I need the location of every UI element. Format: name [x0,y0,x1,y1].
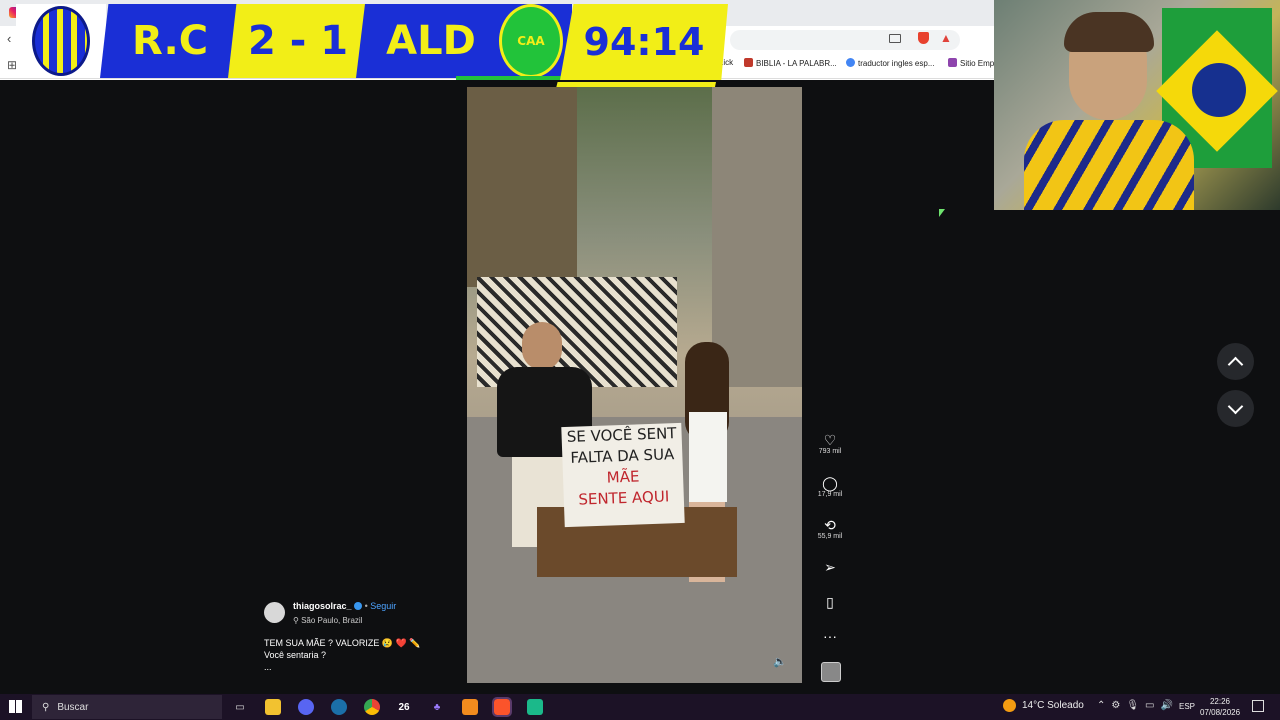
more-button[interactable]: ··· [815,628,845,644]
verified-icon [354,602,363,610]
bookmark-sitio[interactable]: Sitio Emp [948,58,994,68]
volume-icon[interactable]: 🔈 [773,655,787,668]
repost-button[interactable]: ⟲ 55,9 mil [815,517,845,540]
location-row[interactable]: ⚲ São Paulo, Brazil [293,616,362,625]
brave-rewards-icon[interactable]: ▲ [940,31,952,45]
caption-more[interactable]: ... [264,661,420,673]
scoreboard-overlay: R.C 2 - 1 ALD CAA 94:14 + 4 [16,4,728,152]
home-crest [16,4,106,78]
match-clock: 94:14 [560,4,728,80]
bookmark-icon-sitio [948,58,957,67]
author-avatar[interactable] [264,602,285,623]
sign-line-2: FALTA DA SUA [570,445,675,467]
file-explorer-icon[interactable] [265,699,281,715]
bookmark-icon: ▯ [826,594,834,610]
back-icon[interactable]: ‹ [7,31,11,46]
language-indicator[interactable]: ESP [1179,702,1195,711]
caption-line-1: TEM SUA MÃE ? VALORIZE 😢 ❤️ ✏️ [264,638,421,648]
likes-count: 793 mil [818,448,842,455]
author-row: thiagosolrac_ • Seguir [293,601,397,611]
sun-icon [1003,699,1016,712]
streamer [1024,10,1194,210]
clock-date: 07/08/2026 [1200,708,1241,717]
away-crest: CAA [490,4,572,78]
app-icon-orange[interactable] [462,699,478,715]
building-left [467,87,577,287]
repost-icon: ⟲ [824,517,836,533]
webcam-overlay [994,0,1280,210]
bookmark-biblia[interactable]: BIBLIA - LA PALABR... [744,58,837,68]
reel-video[interactable]: SE VOCÊ SENT FALTA DA SUA MÃE SENTE AQUI… [467,87,802,683]
brave-icon[interactable] [492,697,512,717]
location-pin-icon: ⚲ [293,616,299,625]
previous-reel-button[interactable] [1217,343,1254,380]
bookmark-traductor[interactable]: traductor ingles esp... [846,58,934,68]
chevron-up-icon [1227,356,1244,372]
caption: TEM SUA MÃE ? VALORIZE 😢 ❤️ ✏️ Você sent… [264,637,420,673]
save-button[interactable]: ▯ [815,594,845,610]
more-icon: ··· [823,628,837,644]
comment-icon: ◯ [822,475,838,491]
task-view-icon[interactable]: ▭ [232,699,248,715]
heart-icon: ♡ [823,432,837,448]
clock-time: 22:26 [1209,697,1231,706]
location-name: São Paulo, Brazil [301,616,363,625]
share-icon: ➢ [824,559,836,575]
sign-line-4: SENTE AQUI [578,487,670,509]
cardboard-sign: SE VOCÊ SENT FALTA DA SUA MÃE SENTE AQUI [561,422,685,528]
share-button[interactable]: ➢ [815,559,845,575]
bookmark-icon-biblia [744,58,753,67]
mouse-cursor [939,209,945,217]
clock[interactable]: 22:26 07/08/2026 [1200,696,1240,718]
search-icon: ⚲ [42,701,50,713]
audio-thumbnail[interactable] [821,662,841,682]
chevron-down-icon [1227,398,1244,414]
search-placeholder: Buscar [57,701,89,713]
app-icon-purple[interactable]: ♣ [429,699,445,715]
chrome-icon[interactable] [364,699,380,715]
calendar-app-icon[interactable]: 26 [396,699,412,715]
green-strip [456,76,576,80]
comments-count: 17,9 mil [817,491,843,498]
weather-widget[interactable]: 14°C Soleado [1003,699,1084,712]
app-icon-green[interactable] [527,699,543,715]
discord-icon[interactable] [298,699,314,715]
windows-start-icon[interactable] [9,700,22,713]
next-reel-button[interactable] [1217,390,1254,427]
comment-button[interactable]: ◯ 17,9 mil [815,475,845,498]
brave-shield-icon[interactable] [918,32,929,44]
follow-link[interactable]: Seguir [370,601,396,611]
steam-icon[interactable] [331,699,347,715]
match-score: 2 - 1 [228,4,368,78]
author-name[interactable]: thiagosolrac_ [293,601,352,611]
away-team-name: ALD [356,4,506,78]
like-button[interactable]: ♡ 793 mil [815,432,845,455]
google-icon [846,58,855,67]
notification-icon[interactable] [1252,700,1264,712]
home-team-name: R.C [100,4,240,78]
caption-line-2: Você sentaria ? [264,650,327,660]
taskbar-search[interactable]: ⚲ Buscar [32,695,222,719]
reposts-count: 55,9 mil [817,533,843,540]
weather-text: 14°C Soleado [1022,700,1084,711]
cast-icon[interactable] [889,34,901,43]
tray-icons[interactable]: ⌃⚙🎙▭🔊 [1097,700,1179,711]
